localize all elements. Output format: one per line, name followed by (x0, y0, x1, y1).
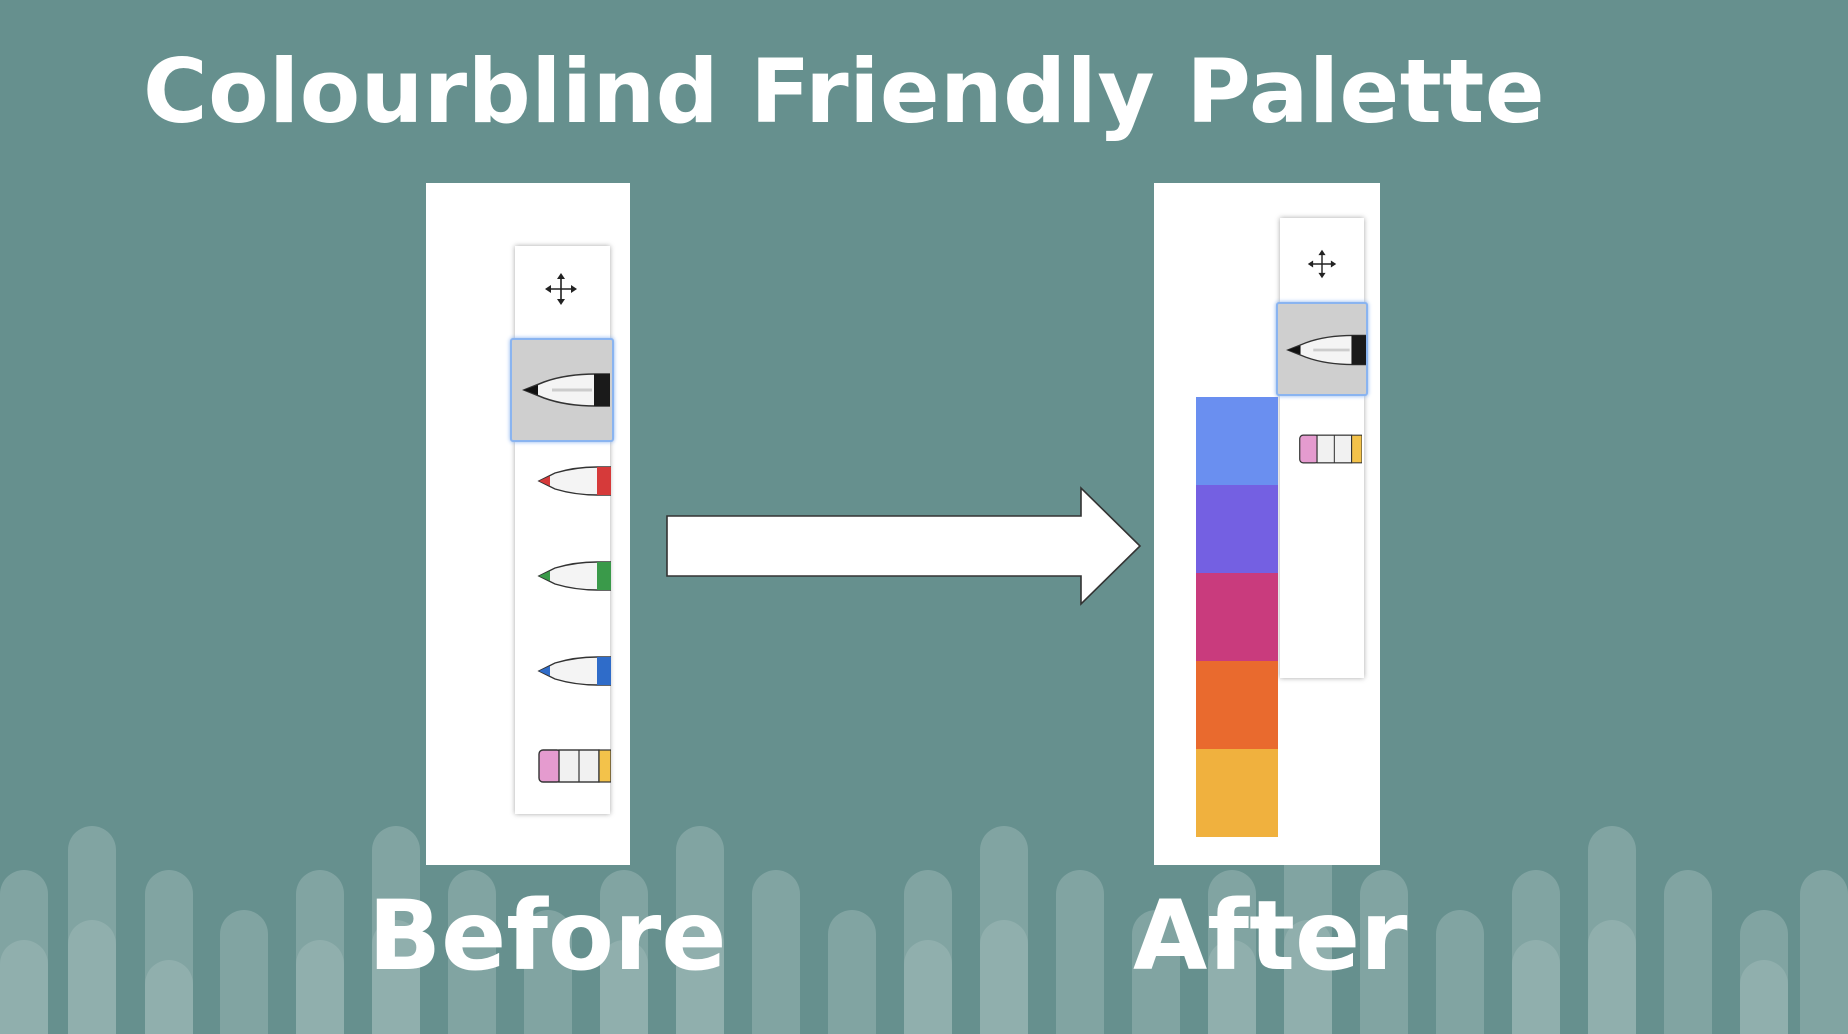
slide-title: Colourblind Friendly Palette (143, 40, 1546, 143)
black-pen-icon (522, 373, 610, 407)
move-handle-icon[interactable] (1306, 248, 1338, 280)
eraser-icon[interactable] (537, 746, 611, 786)
after-screenshot-panel (1154, 183, 1380, 865)
blue-pen-icon[interactable] (537, 651, 611, 691)
black-pen-icon (1286, 334, 1366, 366)
color-palette (1196, 397, 1278, 837)
black-pen-selected[interactable] (1276, 302, 1368, 396)
right-arrow-icon (666, 486, 1142, 606)
palette-swatch-blue[interactable] (1196, 397, 1278, 485)
before-pen-toolbar (510, 246, 614, 814)
eraser-icon[interactable] (1298, 430, 1362, 468)
green-pen-icon[interactable] (537, 556, 611, 596)
red-pen-icon[interactable] (537, 461, 611, 501)
after-label: After (1133, 880, 1408, 992)
before-screenshot-panel (426, 183, 630, 865)
palette-swatch-yellow[interactable] (1196, 749, 1278, 837)
after-pen-toolbar (1276, 218, 1368, 678)
black-pen-selected[interactable] (510, 338, 614, 442)
palette-swatch-magenta[interactable] (1196, 573, 1278, 661)
palette-swatch-orange[interactable] (1196, 661, 1278, 749)
before-label: Before (368, 880, 727, 992)
move-handle-icon[interactable] (543, 271, 579, 307)
palette-swatch-purple[interactable] (1196, 485, 1278, 573)
